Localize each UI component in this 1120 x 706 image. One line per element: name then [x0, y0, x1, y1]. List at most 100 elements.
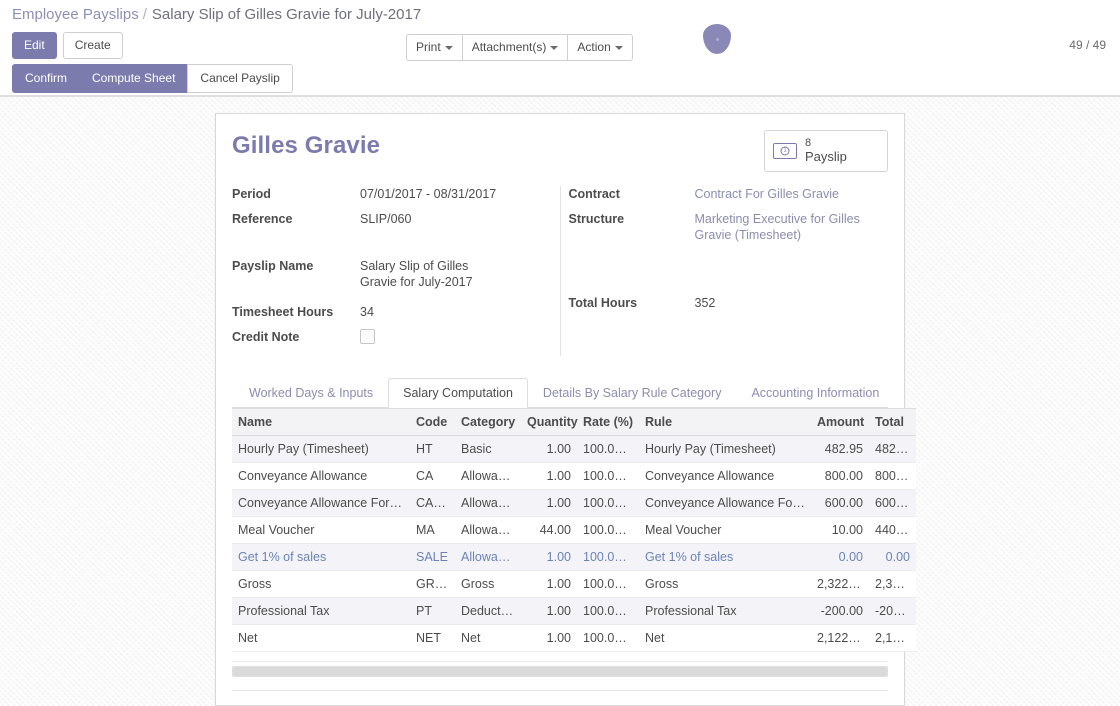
cell-amount[interactable]: 2,322.95 [811, 570, 869, 598]
cell-rule[interactable]: Hourly Pay (Timesheet) [639, 435, 811, 463]
cell-name[interactable]: Conveyance Allowance [232, 462, 410, 490]
column-header-name[interactable]: Name [232, 407, 410, 436]
cell-category[interactable]: Allowance [455, 489, 521, 517]
cell-rule[interactable]: Conveyance Allowance For Gravie [639, 489, 811, 517]
cell-rate[interactable]: 100.0000 [577, 624, 639, 652]
table-row[interactable]: Professional Tax PT Deduction 1.00 100.0000 P… [232, 597, 916, 625]
cell-amount[interactable]: 2,122.95 [811, 624, 869, 652]
column-header-rate[interactable]: Rate (%) [577, 407, 639, 436]
cell-total[interactable]: 800.00 [869, 462, 916, 490]
action-dropdown-button[interactable]: Action [567, 34, 633, 61]
cell-name[interactable]: Get 1% of sales [232, 543, 410, 571]
cell-category[interactable]: Allowance [455, 516, 521, 544]
tab-details-by-salary-rule-category[interactable]: Details By Salary Rule Category [528, 378, 737, 408]
cell-rate[interactable]: 100.0000 [577, 597, 639, 625]
cell-category[interactable]: Gross [455, 570, 521, 598]
cell-amount[interactable]: 600.00 [811, 489, 869, 517]
cell-total[interactable]: 2,322.95 [869, 570, 916, 598]
cell-total[interactable]: -200.00 [869, 597, 916, 625]
table-row[interactable]: Get 1% of sales SALE Allowance 1.00 100.0000… [232, 543, 916, 571]
cell-rule[interactable]: Conveyance Allowance [639, 462, 811, 490]
field-value-period[interactable]: 07/01/2017 - 08/31/2017 [360, 186, 560, 202]
field-value-contract[interactable]: Contract For Gilles Gravie [695, 186, 889, 202]
cell-amount[interactable]: -200.00 [811, 597, 869, 625]
edit-button[interactable]: Edit [12, 31, 57, 59]
cell-rule[interactable]: Net [639, 624, 811, 652]
column-header-code[interactable]: Code [410, 407, 455, 436]
column-header-total[interactable]: Total [869, 407, 916, 436]
cell-amount[interactable]: 800.00 [811, 462, 869, 490]
cell-category[interactable]: Net [455, 624, 521, 652]
field-value-structure[interactable]: Marketing Executive for Gilles Gravie (T… [695, 211, 873, 243]
cell-amount[interactable]: 10.00 [811, 516, 869, 544]
tab-accounting-information[interactable]: Accounting Information [736, 378, 894, 408]
cell-total[interactable]: 2,122.95 [869, 624, 916, 652]
cell-rule[interactable]: Gross [639, 570, 811, 598]
cell-name[interactable]: Professional Tax [232, 597, 410, 625]
tab-worked-days-and-inputs[interactable]: Worked Days & Inputs [234, 378, 388, 408]
cell-rate[interactable]: 100.0000 [577, 435, 639, 463]
tab-salary-computation[interactable]: Salary Computation [388, 377, 528, 408]
table-row[interactable]: NetNETNet1.00100.0000Net2,122.952,122.95 [232, 624, 916, 652]
cell-code[interactable]: MA [410, 516, 455, 544]
table-row[interactable]: Meal Voucher MA Allowance 44.00 100.0000 Meal… [232, 516, 916, 544]
cell-code[interactable]: NET [410, 624, 455, 652]
table-row[interactable]: Conveyance Allowance CA Allowance 1.00 100.0… [232, 462, 916, 490]
field-value-reference[interactable]: SLIP/060 [360, 211, 560, 227]
cell-total[interactable]: 440.00 [869, 516, 916, 544]
cell-category[interactable]: Basic [455, 435, 521, 463]
cell-name[interactable]: Meal Voucher [232, 516, 410, 544]
cell-rule[interactable]: Meal Voucher [639, 516, 811, 544]
cell-name[interactable]: Conveyance Allowance For Gravie [232, 489, 410, 517]
column-header-category[interactable]: Category [455, 407, 521, 436]
cell-code[interactable]: PT [410, 597, 455, 625]
cell-quantity[interactable]: 1.00 [521, 570, 577, 598]
cell-quantity[interactable]: 1.00 [521, 435, 577, 463]
cell-quantity[interactable]: 44.00 [521, 516, 577, 544]
cell-quantity[interactable]: 1.00 [521, 462, 577, 490]
table-row[interactable]: GrossGROSSGross1.00100.0000Gross2,322.95… [232, 570, 916, 598]
credit-note-checkbox[interactable] [360, 328, 375, 344]
cell-rate[interactable]: 100.0000 [577, 570, 639, 598]
cell-name[interactable]: Gross [232, 570, 410, 598]
cell-category[interactable]: Allowance [455, 543, 521, 571]
cell-rate[interactable]: 100.0000 [577, 489, 639, 517]
cell-quantity[interactable]: 1.00 [521, 597, 577, 625]
table-horizontal-scrollbar[interactable] [232, 665, 888, 677]
cell-quantity[interactable]: 1.00 [521, 489, 577, 517]
cell-rate[interactable]: 100.0000 [577, 516, 639, 544]
breadcrumb-item-employee-payslips[interactable]: Employee Payslips [12, 6, 139, 23]
column-header-amount[interactable]: Amount [811, 407, 869, 436]
cell-amount[interactable]: 0.00 [811, 543, 869, 571]
cell-category[interactable]: Deduction [455, 597, 521, 625]
confirm-button[interactable]: Confirm [12, 64, 80, 93]
payslip-count-stat-button[interactable]: 8 Payslip [764, 130, 888, 172]
cell-code[interactable]: SALE [410, 543, 455, 571]
cell-name[interactable]: Net [232, 624, 410, 652]
cell-total[interactable]: 0.00 [869, 543, 916, 571]
cell-quantity[interactable]: 1.00 [521, 543, 577, 571]
print-dropdown-button[interactable]: Print [406, 34, 462, 61]
cancel-payslip-button[interactable]: Cancel Payslip [187, 64, 293, 93]
attachments-dropdown-button[interactable]: Attachment(s) [461, 34, 568, 61]
record-pager[interactable]: 49 / 49 [1069, 38, 1106, 52]
field-value-payslip-name[interactable]: Salary Slip of Gilles Gravie for July-20… [360, 258, 508, 290]
cell-total[interactable]: 482.95 [869, 435, 916, 463]
table-row[interactable]: Hourly Pay (Timesheet) HT Basic 1.00 100.000… [232, 435, 916, 463]
scrollbar-thumb[interactable] [233, 666, 887, 676]
cell-rule[interactable]: Get 1% of sales [639, 543, 811, 571]
cell-rate[interactable]: 100.0000 [577, 543, 639, 571]
cell-quantity[interactable]: 1.00 [521, 624, 577, 652]
column-header-quantity[interactable]: Quantity [521, 407, 578, 436]
field-value-total-hours[interactable]: 352 [695, 295, 889, 311]
cell-total[interactable]: 600.00 [869, 489, 916, 517]
compute-sheet-button[interactable]: Compute Sheet [79, 64, 188, 93]
cell-rule[interactable]: Professional Tax [639, 597, 811, 625]
cell-code[interactable]: CAGG [410, 489, 455, 517]
cell-code[interactable]: GROSS [410, 570, 455, 598]
cell-rate[interactable]: 100.0000 [577, 462, 639, 490]
cell-code[interactable]: HT [410, 435, 455, 463]
field-value-timesheet-hours[interactable]: 34 [360, 304, 560, 320]
cell-code[interactable]: CA [410, 462, 455, 490]
create-button[interactable]: Create [62, 31, 123, 59]
